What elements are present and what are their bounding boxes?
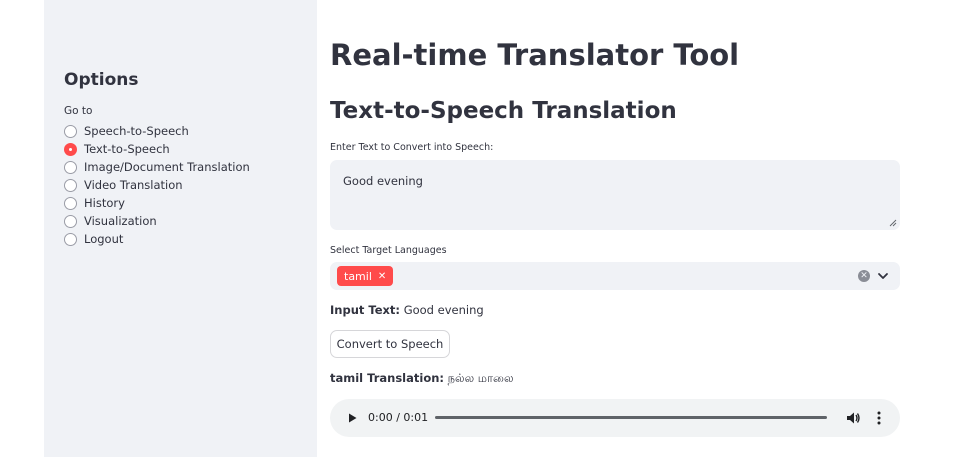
languages-label: Select Target Languages — [330, 245, 447, 256]
radio-history[interactable]: History — [64, 194, 250, 212]
radio-label: History — [84, 196, 125, 210]
radio-video-translation[interactable]: Video Translation — [64, 176, 250, 194]
radio-label: Image/Document Translation — [84, 160, 250, 174]
section-title: Text-to-Speech Translation — [330, 98, 677, 124]
close-icon[interactable]: ✕ — [378, 271, 386, 282]
radio-icon[interactable] — [64, 160, 77, 174]
text-input-label: Enter Text to Convert into Speech: — [330, 142, 494, 153]
text-input-area[interactable]: Good evening — [330, 160, 900, 230]
play-icon[interactable] — [346, 412, 358, 424]
audio-player: 0:00 / 0:01 — [330, 399, 900, 437]
radio-icon[interactable] — [64, 142, 77, 156]
convert-to-speech-button[interactable]: Convert to Speech — [330, 330, 450, 358]
translation-line: tamil Translation: நல்ல மாலை — [330, 371, 514, 387]
clear-icon[interactable]: ✕ — [858, 270, 870, 282]
radio-label: Logout — [84, 232, 124, 246]
radio-icon[interactable] — [64, 178, 77, 192]
more-vertical-icon[interactable] — [875, 410, 883, 426]
radio-label: Speech-to-Speech — [84, 124, 189, 138]
input-text-value: Good evening — [403, 303, 484, 317]
translation-value: நல்ல மாலை — [447, 371, 514, 385]
language-tag-tamil: tamil ✕ — [337, 266, 394, 286]
radio-label: Video Translation — [84, 178, 183, 192]
radio-visualization[interactable]: Visualization — [64, 212, 250, 230]
text-input-value: Good evening — [343, 174, 423, 188]
translation-label: tamil Translation: — [330, 371, 445, 385]
volume-icon[interactable] — [845, 410, 861, 426]
radio-icon[interactable] — [64, 196, 77, 210]
radio-icon[interactable] — [64, 214, 77, 228]
app-window: Options Go to Speech-to-Speech Text-to-S… — [0, 0, 955, 457]
radio-icon[interactable] — [64, 124, 77, 138]
radio-text-to-speech[interactable]: Text-to-Speech — [64, 140, 250, 158]
sidebar-title: Options — [64, 70, 139, 90]
navigation-radio-group: Speech-to-Speech Text-to-Speech Image/Do… — [64, 122, 250, 248]
radio-label: Visualization — [84, 214, 157, 228]
radio-speech-to-speech[interactable]: Speech-to-Speech — [64, 122, 250, 140]
radio-icon[interactable] — [64, 232, 77, 246]
language-tag-label: tamil — [344, 269, 372, 283]
input-text-label: Input Text: — [330, 303, 401, 317]
radio-image-document-translation[interactable]: Image/Document Translation — [64, 158, 250, 176]
resize-handle-icon[interactable] — [889, 219, 897, 227]
input-text-line: Input Text: Good evening — [330, 303, 484, 317]
sidebar: Options Go to Speech-to-Speech Text-to-S… — [44, 0, 317, 457]
language-multiselect[interactable]: tamil ✕ ✕ — [330, 262, 900, 290]
audio-time: 0:00 / 0:01 — [368, 411, 429, 424]
radio-group-label: Go to — [64, 105, 93, 117]
page-title: Real-time Translator Tool — [330, 38, 740, 72]
chevron-down-icon[interactable] — [876, 269, 890, 283]
radio-label: Text-to-Speech — [84, 142, 170, 156]
audio-progress-bar[interactable] — [435, 416, 827, 419]
radio-logout[interactable]: Logout — [64, 230, 250, 248]
